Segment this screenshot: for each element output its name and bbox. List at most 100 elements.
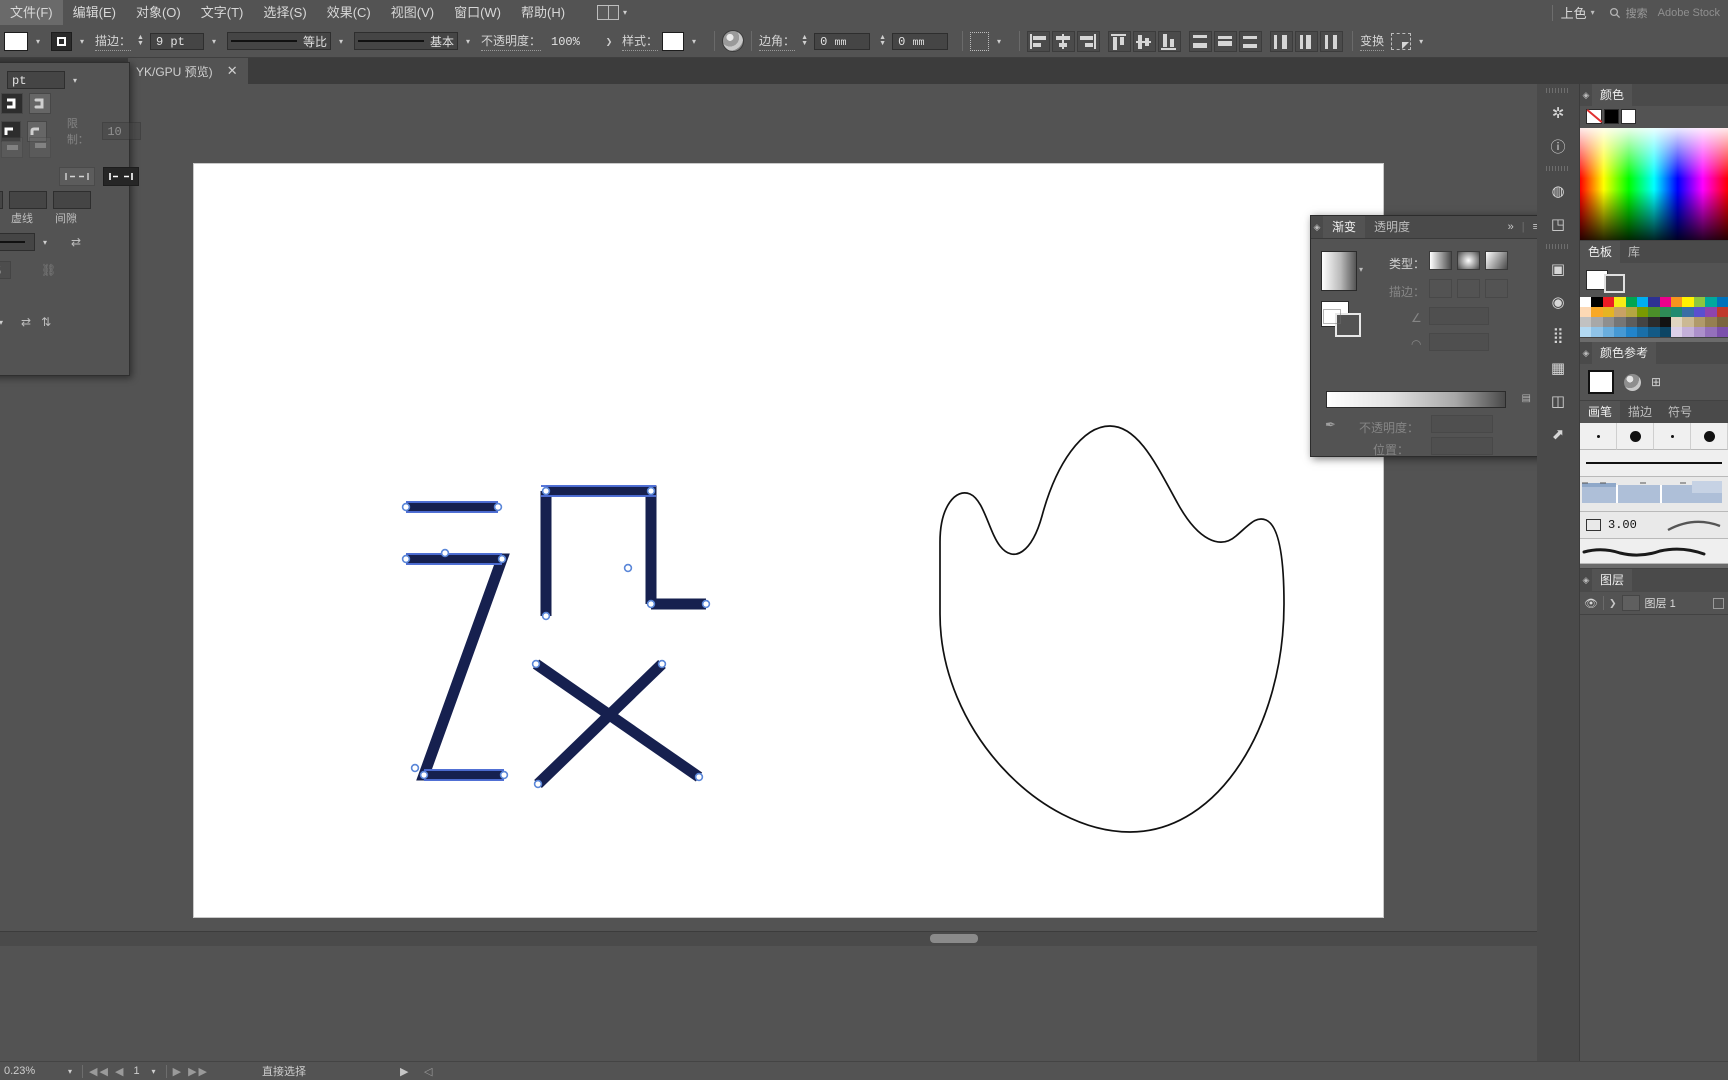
status-prev-icon[interactable]: ◁ <box>424 1065 432 1078</box>
swatch-cell[interactable] <box>1671 327 1683 337</box>
layer-row[interactable]: 👁 ❯ 图层 1 <box>1580 591 1728 614</box>
stroke-weight-stepper[interactable]: ▲ ▼ <box>135 33 146 50</box>
pathfinder-icon[interactable]: ▦ <box>1545 355 1571 381</box>
gradient-opacity-field[interactable] <box>1431 415 1493 433</box>
layers-panel[interactable]: ◈ 图层 👁 ❯ 图层 1 <box>1580 569 1728 615</box>
properties-icon[interactable]: ✲ <box>1545 100 1571 126</box>
stroke-swatch[interactable] <box>51 31 72 51</box>
artboard[interactable] <box>193 163 1384 918</box>
page-number[interactable]: 1 <box>125 1065 147 1077</box>
swatch-cell[interactable] <box>1602 327 1615 337</box>
swatch-cell[interactable] <box>1602 317 1615 327</box>
adobe-stock-link[interactable]: Adobe Stock <box>1658 7 1728 19</box>
status-play-icon[interactable]: ▶ <box>400 1065 408 1078</box>
reshape-icon[interactable] <box>1391 32 1412 50</box>
tab-brushes[interactable]: 画笔 <box>1580 401 1621 423</box>
swatch-cell[interactable] <box>1580 327 1592 337</box>
swatch-cell[interactable] <box>1682 297 1694 307</box>
page-chevron-icon[interactable]: ▾ <box>148 1063 160 1080</box>
panel-grip-icon[interactable]: ◈ <box>1580 90 1592 101</box>
swatch-cell[interactable] <box>1716 307 1728 317</box>
swatch-cell[interactable] <box>1648 317 1660 327</box>
angle-field[interactable] <box>1429 307 1489 325</box>
swatch-cell[interactable] <box>1693 327 1706 337</box>
align-center-h-icon[interactable] <box>1052 30 1076 52</box>
page-nav-first-icon[interactable]: ◀◀ ◀ <box>89 1065 125 1078</box>
brushes-toolstrip[interactable] <box>1580 564 1728 568</box>
transform-icon[interactable]: ◫ <box>1545 388 1571 414</box>
graphic-styles-icon[interactable]: ◉ <box>1545 289 1571 315</box>
swatch-grid[interactable] <box>1580 297 1728 337</box>
current-stroke-swatch[interactable] <box>1604 274 1625 293</box>
arrowhead-end-field[interactable] <box>0 233 35 251</box>
brush-cell[interactable] <box>1617 423 1654 450</box>
stroke-panel[interactable]: pt ▾ 限制： 10 虚线 间隙 ▾ ⇄ ⛓ ▾ ⇄ ⇅ <box>0 62 141 376</box>
stroke-weight-value[interactable]: 9 pt <box>150 32 205 50</box>
reshape-control[interactable]: ▾ <box>1391 32 1427 50</box>
panel-grip-icon[interactable]: ◈ <box>1580 575 1592 586</box>
swatch-cell[interactable] <box>1580 317 1592 327</box>
swatch-cell[interactable] <box>1659 307 1672 317</box>
dashed-exact-icon[interactable] <box>103 167 139 186</box>
dashed-preserve-icon[interactable] <box>59 167 95 186</box>
eye-icon[interactable]: 👁 <box>1584 597 1598 610</box>
round-cap-icon[interactable] <box>29 93 51 114</box>
basic-brush-row[interactable] <box>1580 450 1728 477</box>
tab-gradient[interactable]: 渐变 <box>1323 216 1366 238</box>
stroke-weight-field[interactable]: pt <box>7 71 65 89</box>
gradient-reverse-buttons[interactable] <box>1323 309 1341 324</box>
swatch-cell[interactable] <box>1625 327 1637 337</box>
swatch-cell[interactable] <box>1659 327 1672 337</box>
menu-window[interactable]: 窗口(W) <box>444 0 511 25</box>
color-spectrum[interactable] <box>1580 128 1728 240</box>
tab-layers[interactable]: 图层 <box>1592 569 1633 591</box>
recolor-artwork-icon[interactable] <box>722 30 745 52</box>
arrange-documents-icon[interactable] <box>597 5 620 20</box>
tab-symbols[interactable]: 符号 <box>1660 401 1700 423</box>
align-stroke-buttons[interactable] <box>1 137 51 158</box>
select-similar-control[interactable]: ▾ <box>970 31 1005 51</box>
select-similar-icon[interactable] <box>970 31 990 51</box>
transform-control[interactable]: 变换 <box>1360 32 1385 51</box>
align-left-icon[interactable] <box>1027 30 1051 52</box>
corner-control-2[interactable]: ▲ ▼ 0 mm <box>877 32 949 50</box>
stroke-color-control[interactable]: ▾ <box>51 31 88 51</box>
search-box[interactable]: 搜索 <box>1609 5 1658 21</box>
swatch-cell[interactable] <box>1614 317 1626 327</box>
base-color-swatch[interactable] <box>1588 370 1614 394</box>
workspace-switcher[interactable]: 上色 <box>1561 3 1591 22</box>
distribute-bottom-icon[interactable] <box>1239 30 1263 52</box>
document-tab[interactable]: YK/GPU 预览) ✕ <box>128 58 248 84</box>
freeform-gradient-icon[interactable] <box>1485 251 1508 270</box>
swatch-cell[interactable] <box>1625 307 1637 317</box>
swatches-panel[interactable]: 色板 库 <box>1580 241 1728 338</box>
radial-gradient-icon[interactable] <box>1457 251 1480 270</box>
swatch-cell[interactable] <box>1625 317 1637 327</box>
swatch-cell[interactable] <box>1636 327 1649 337</box>
arrange-chevron-icon[interactable]: ▾ <box>619 4 631 21</box>
horizontal-scrollbar[interactable] <box>0 931 1538 946</box>
opacity-control[interactable]: 不透明度： 100% ❯ <box>481 32 615 51</box>
gradient-preset-chevron-icon[interactable]: ▾ <box>1359 265 1363 274</box>
swatch-cell[interactable] <box>1659 317 1672 327</box>
swatch-cell[interactable] <box>1716 317 1728 327</box>
align-top-icon[interactable] <box>1108 30 1132 52</box>
swatch-cell[interactable] <box>1682 327 1694 337</box>
color-guide-panel[interactable]: ◈ 颜色参考 ⊞ <box>1580 338 1728 401</box>
swatch-cell[interactable] <box>1580 307 1592 317</box>
menu-file[interactable]: 文件(F) <box>0 0 63 25</box>
dash-fields-row[interactable]: pt 1 pt <box>0 191 91 209</box>
stroke-across-icon[interactable] <box>1485 279 1508 298</box>
swatch-cell[interactable] <box>1705 297 1717 307</box>
butt-cap-icon[interactable] <box>1 93 23 114</box>
fill-swatch[interactable] <box>4 31 28 51</box>
distribute-left-icon[interactable] <box>1270 30 1294 52</box>
tab-color[interactable]: 颜色 <box>1592 84 1633 106</box>
gradient-icon[interactable]: ◍ <box>1545 178 1571 204</box>
distribute-center-h-icon[interactable] <box>1295 30 1319 52</box>
menu-help[interactable]: 帮助(H) <box>511 0 575 25</box>
arrow-scale-2[interactable]: 100% <box>0 261 11 279</box>
corner-control[interactable]: 边角： ▲ ▼ 0 mm <box>759 32 871 51</box>
menu-object[interactable]: 对象(O) <box>126 0 191 25</box>
align-center-v-icon[interactable] <box>1133 30 1157 52</box>
